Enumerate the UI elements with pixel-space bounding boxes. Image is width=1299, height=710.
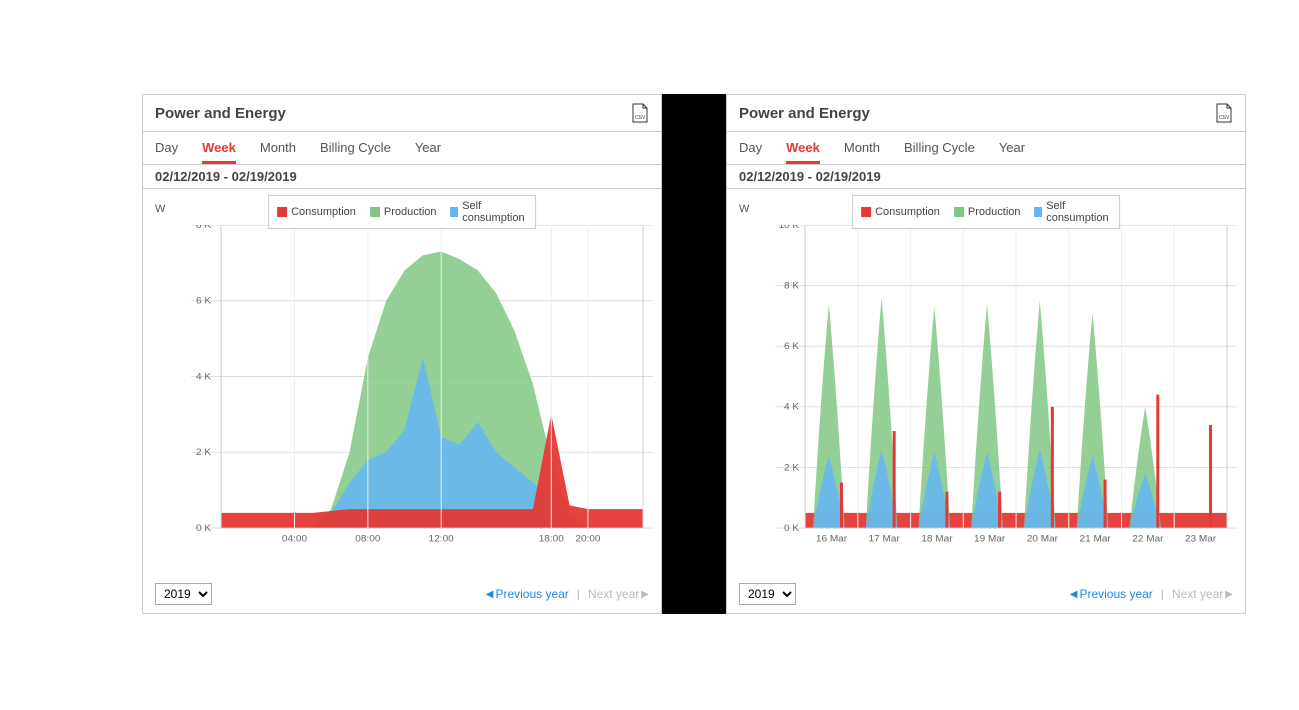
svg-text:0 K: 0 K bbox=[784, 523, 800, 534]
year-select[interactable]: 2019 bbox=[155, 583, 212, 605]
tab-day[interactable]: Day bbox=[739, 140, 762, 164]
prev-year-link[interactable]: ◀ Previous year bbox=[1070, 587, 1153, 601]
svg-text:0 K: 0 K bbox=[196, 523, 212, 534]
svg-text:17 Mar: 17 Mar bbox=[869, 534, 901, 545]
tab-month[interactable]: Month bbox=[260, 140, 296, 164]
chart-plot: 0 K 2 K 4 K 6 K 8 K 10 K 16 Mar 17 Mar 18 Mar 19 … bbox=[775, 225, 1237, 547]
svg-text:CSV: CSV bbox=[1219, 115, 1230, 121]
svg-text:23 Mar: 23 Mar bbox=[1185, 534, 1217, 545]
panel-footer: 2019 ◀ Previous year | Next year ▶ bbox=[143, 575, 661, 613]
legend-label: Production bbox=[384, 206, 437, 218]
export-csv-icon[interactable]: CSV bbox=[631, 103, 649, 123]
year-nav: ◀ Previous year | Next year ▶ bbox=[1070, 587, 1233, 601]
triangle-right-icon: ▶ bbox=[641, 589, 649, 600]
panel-divider bbox=[662, 94, 726, 614]
swatch-red-icon bbox=[861, 207, 871, 217]
legend-label: Production bbox=[968, 206, 1021, 218]
panel-footer: 2019 ◀ Previous year | Next year ▶ bbox=[727, 575, 1245, 613]
triangle-right-icon: ▶ bbox=[1225, 589, 1233, 600]
y-axis-label: W bbox=[155, 203, 165, 215]
svg-text:4 K: 4 K bbox=[196, 372, 212, 383]
triangle-left-icon: ◀ bbox=[1070, 589, 1078, 600]
tab-week[interactable]: Week bbox=[786, 140, 820, 164]
tab-billing-cycle[interactable]: Billing Cycle bbox=[904, 140, 975, 164]
date-range: 02/12/2019 - 02/19/2019 bbox=[143, 165, 661, 189]
swatch-red-icon bbox=[277, 207, 287, 217]
chart-area: W Consumption Production Self consumptio… bbox=[727, 189, 1245, 575]
legend-consumption[interactable]: Consumption bbox=[861, 200, 940, 224]
link-label: Next year bbox=[588, 587, 639, 601]
legend-consumption[interactable]: Consumption bbox=[277, 200, 356, 224]
tab-year[interactable]: Year bbox=[999, 140, 1025, 164]
swatch-blue-icon bbox=[1035, 207, 1043, 217]
export-csv-icon[interactable]: CSV bbox=[1215, 103, 1233, 123]
svg-text:04:00: 04:00 bbox=[282, 534, 308, 545]
svg-text:12:00: 12:00 bbox=[429, 534, 455, 545]
chart-plot: 0 K 2 K 4 K 6 K 8 K 04:00 08:00 12:00 18:00 20:00 bbox=[191, 225, 653, 547]
svg-text:22 Mar: 22 Mar bbox=[1132, 534, 1164, 545]
next-year-link: Next year ▶ bbox=[588, 587, 649, 601]
panel-title: Power and Energy bbox=[155, 105, 286, 122]
svg-text:20:00: 20:00 bbox=[575, 534, 601, 545]
tab-week[interactable]: Week bbox=[202, 140, 236, 164]
legend-label: Consumption bbox=[291, 206, 356, 218]
separator: | bbox=[1161, 587, 1164, 601]
swatch-green-icon bbox=[954, 207, 964, 217]
panel-title: Power and Energy bbox=[739, 105, 870, 122]
chart-area: W Consumption Production Self consumptio… bbox=[143, 189, 661, 575]
legend-label: Self consumption bbox=[1046, 200, 1111, 224]
legend-production[interactable]: Production bbox=[370, 200, 437, 224]
tab-month[interactable]: Month bbox=[844, 140, 880, 164]
svg-text:6 K: 6 K bbox=[784, 341, 800, 352]
tab-year[interactable]: Year bbox=[415, 140, 441, 164]
link-label: Previous year bbox=[495, 587, 568, 601]
time-range-tabs: Day Week Month Billing Cycle Year bbox=[727, 132, 1245, 165]
svg-text:08:00: 08:00 bbox=[355, 534, 381, 545]
svg-text:6 K: 6 K bbox=[196, 296, 212, 307]
date-range: 02/12/2019 - 02/19/2019 bbox=[727, 165, 1245, 189]
svg-text:20 Mar: 20 Mar bbox=[1027, 534, 1059, 545]
power-energy-panel-left: Power and Energy CSV Day Week Month Bill… bbox=[142, 94, 662, 614]
chart-legend: Consumption Production Self consumption bbox=[268, 195, 536, 229]
legend-label: Consumption bbox=[875, 206, 940, 218]
y-axis-label: W bbox=[739, 203, 749, 215]
swatch-blue-icon bbox=[451, 207, 459, 217]
legend-label: Self consumption bbox=[462, 200, 527, 224]
time-range-tabs: Day Week Month Billing Cycle Year bbox=[143, 132, 661, 165]
tab-day[interactable]: Day bbox=[155, 140, 178, 164]
power-energy-panel-right: Power and Energy CSV Day Week Month Bill… bbox=[726, 94, 1246, 614]
tab-billing-cycle[interactable]: Billing Cycle bbox=[320, 140, 391, 164]
svg-text:2 K: 2 K bbox=[196, 447, 212, 458]
legend-self-consumption[interactable]: Self consumption bbox=[451, 200, 527, 224]
svg-text:19 Mar: 19 Mar bbox=[974, 534, 1006, 545]
link-label: Previous year bbox=[1079, 587, 1152, 601]
year-select[interactable]: 2019 bbox=[739, 583, 796, 605]
swatch-green-icon bbox=[370, 207, 380, 217]
link-label: Next year bbox=[1172, 587, 1223, 601]
panel-header: Power and Energy CSV bbox=[727, 95, 1245, 132]
svg-text:18 Mar: 18 Mar bbox=[921, 534, 953, 545]
next-year-link: Next year ▶ bbox=[1172, 587, 1233, 601]
svg-text:8 K: 8 K bbox=[196, 225, 212, 231]
triangle-left-icon: ◀ bbox=[486, 589, 494, 600]
svg-text:8 K: 8 K bbox=[784, 281, 800, 292]
separator: | bbox=[577, 587, 580, 601]
svg-text:18:00: 18:00 bbox=[539, 534, 565, 545]
svg-text:CSV: CSV bbox=[635, 115, 646, 121]
legend-self-consumption[interactable]: Self consumption bbox=[1035, 200, 1111, 224]
svg-text:16 Mar: 16 Mar bbox=[816, 534, 848, 545]
svg-text:2 K: 2 K bbox=[784, 463, 800, 474]
year-nav: ◀ Previous year | Next year ▶ bbox=[486, 587, 649, 601]
prev-year-link[interactable]: ◀ Previous year bbox=[486, 587, 569, 601]
chart-legend: Consumption Production Self consumption bbox=[852, 195, 1120, 229]
svg-text:4 K: 4 K bbox=[784, 402, 800, 413]
panel-header: Power and Energy CSV bbox=[143, 95, 661, 132]
svg-text:21 Mar: 21 Mar bbox=[1080, 534, 1112, 545]
svg-text:10 K: 10 K bbox=[778, 225, 799, 231]
legend-production[interactable]: Production bbox=[954, 200, 1021, 224]
